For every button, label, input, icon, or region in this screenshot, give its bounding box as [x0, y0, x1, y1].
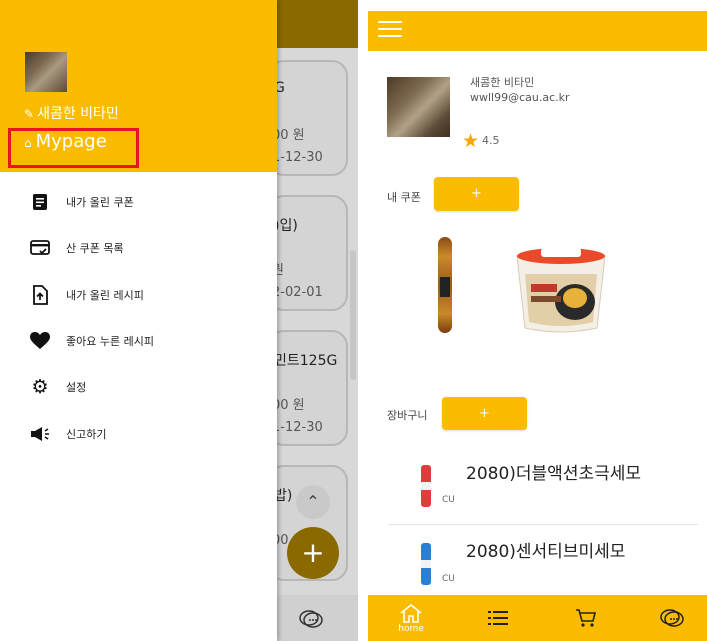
cart-label: 장바구니: [387, 409, 428, 422]
mypage-link[interactable]: ⌂ Mypage: [24, 131, 107, 152]
drawer-item-label: 내가 올린 쿠폰: [66, 196, 134, 209]
plus-icon: +: [301, 536, 325, 569]
drawer-item-report[interactable]: 신고하기: [30, 422, 106, 446]
mypage-label: Mypage: [35, 131, 107, 152]
background-coupon-card[interactable]: G 00 원 1-12-30: [268, 60, 348, 176]
app-bar: [368, 11, 707, 51]
nav-label: home: [398, 623, 424, 634]
card-check-icon: [30, 238, 50, 258]
nav-cart[interactable]: [564, 595, 608, 641]
drawer-user-name: ✎ 새콤한 비타민: [24, 103, 119, 123]
chat-icon[interactable]: [298, 608, 324, 630]
drawer-item-label: 산 쿠폰 목록: [66, 242, 124, 255]
nav-list[interactable]: [476, 595, 520, 641]
megaphone-icon: [30, 424, 50, 444]
drawer-item-label: 설정: [66, 381, 87, 394]
file-upload-icon: [30, 285, 50, 305]
pencil-icon[interactable]: ✎: [24, 107, 34, 121]
card-title: 민트125G: [274, 353, 338, 369]
background-coupon-card[interactable]: )입) 원 2-02-01: [268, 195, 348, 311]
card-date: 1-12-30: [272, 420, 323, 435]
nav-home[interactable]: home: [386, 595, 436, 641]
nav-chat[interactable]: [650, 595, 694, 641]
divider: [388, 524, 698, 525]
product-store: CU: [442, 495, 455, 505]
card-title: )입): [274, 218, 298, 234]
card-date: 1-12-30: [272, 150, 323, 165]
home-icon: [400, 603, 422, 623]
product-store: CU: [442, 574, 455, 584]
product-image: [421, 465, 431, 507]
avatar[interactable]: [25, 52, 67, 92]
left-screen: G 00 원 1-12-30 )입) 원 2-02-01 민트125G 00 원…: [0, 0, 358, 641]
drawer-item-label: 좋아요 누른 레시피: [66, 335, 154, 348]
chevron-up-icon: ⌃: [306, 492, 320, 511]
navigation-drawer: ✎ 새콤한 비타민 ⌂ Mypage 내가 올린 쿠폰 산 쿠폰 목록 내가 올린 …: [0, 0, 277, 641]
coupon-item-image[interactable]: [511, 244, 611, 334]
drawer-item-bought-coupons[interactable]: 산 쿠폰 목록: [30, 236, 124, 260]
product-name: 2080)더블액션초극세모: [466, 464, 642, 484]
list-item[interactable]: 2080)센서티브미세모 CU: [368, 531, 707, 591]
add-coupon-button[interactable]: +: [434, 177, 519, 211]
hamburger-menu-icon[interactable]: [378, 21, 402, 39]
document-icon: [30, 192, 50, 212]
profile-email: wwll99@cau.ac.kr: [470, 91, 570, 104]
user-name-text: 새콤한 비타민: [37, 106, 119, 122]
scroll-top-button[interactable]: ⌃: [296, 485, 330, 519]
background-coupon-card[interactable]: 민트125G 00 원 1-12-30: [268, 330, 348, 446]
rating-value: 4.5: [482, 134, 500, 147]
product-name: 2080)센서티브미세모: [466, 542, 626, 562]
right-screen: 새콤한 비타민 wwll99@cau.ac.kr ★ 4.5 내 쿠폰 + 장바…: [368, 11, 707, 641]
chat-icon: [660, 609, 684, 627]
gear-icon: ⚙: [31, 376, 49, 398]
drawer-item-settings[interactable]: ⚙ 설정: [30, 375, 86, 399]
star-icon: ★: [462, 130, 480, 152]
drawer-item-label: 내가 올린 레시피: [66, 289, 144, 302]
drawer-item-liked-recipes[interactable]: 좋아요 누른 레시피: [30, 329, 154, 353]
home-icon: ⌂: [24, 136, 32, 150]
drawer-item-my-coupons[interactable]: 내가 올린 쿠폰: [30, 190, 134, 214]
drawer-item-label: 신고하기: [66, 428, 107, 441]
heart-icon: [30, 331, 50, 351]
scrollbar[interactable]: [350, 250, 356, 380]
product-image: [421, 543, 431, 585]
drawer-item-my-recipes[interactable]: 내가 올린 레시피: [30, 283, 144, 307]
profile-photo: [387, 77, 450, 137]
card-date: 2-02-01: [272, 285, 323, 300]
cart-icon: [576, 609, 597, 627]
add-coupon-fab[interactable]: +: [287, 527, 339, 579]
coupon-item-image[interactable]: [438, 237, 452, 333]
list-item[interactable]: 2080)더블액션초극세모 CU: [368, 451, 707, 521]
list-icon: [488, 611, 508, 625]
bottom-nav: home: [368, 595, 707, 641]
profile-name: 새콤한 비타민: [470, 76, 535, 89]
my-coupons-label: 내 쿠폰: [387, 191, 421, 204]
add-cart-button[interactable]: +: [442, 397, 527, 430]
